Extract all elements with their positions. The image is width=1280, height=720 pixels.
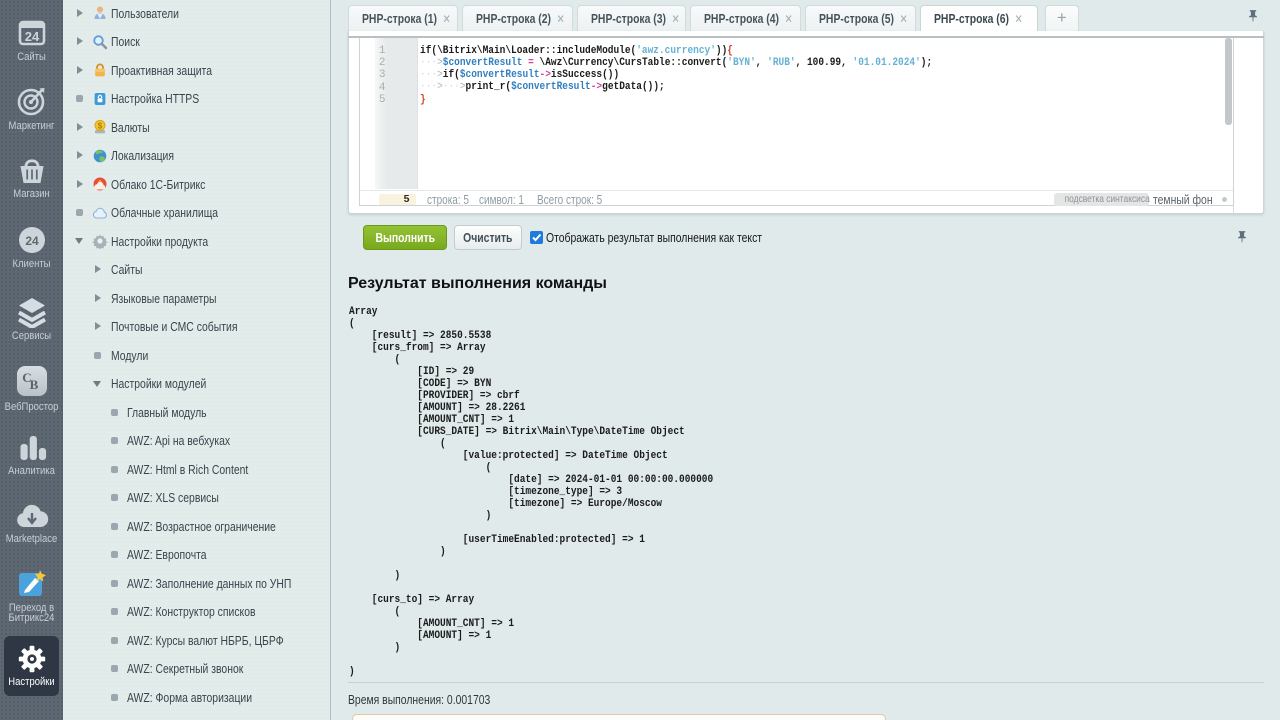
svg-text:24: 24 — [24, 29, 39, 44]
svg-text:$: $ — [98, 121, 103, 130]
svg-text:B: B — [29, 377, 38, 392]
svg-text:24: 24 — [25, 234, 39, 248]
